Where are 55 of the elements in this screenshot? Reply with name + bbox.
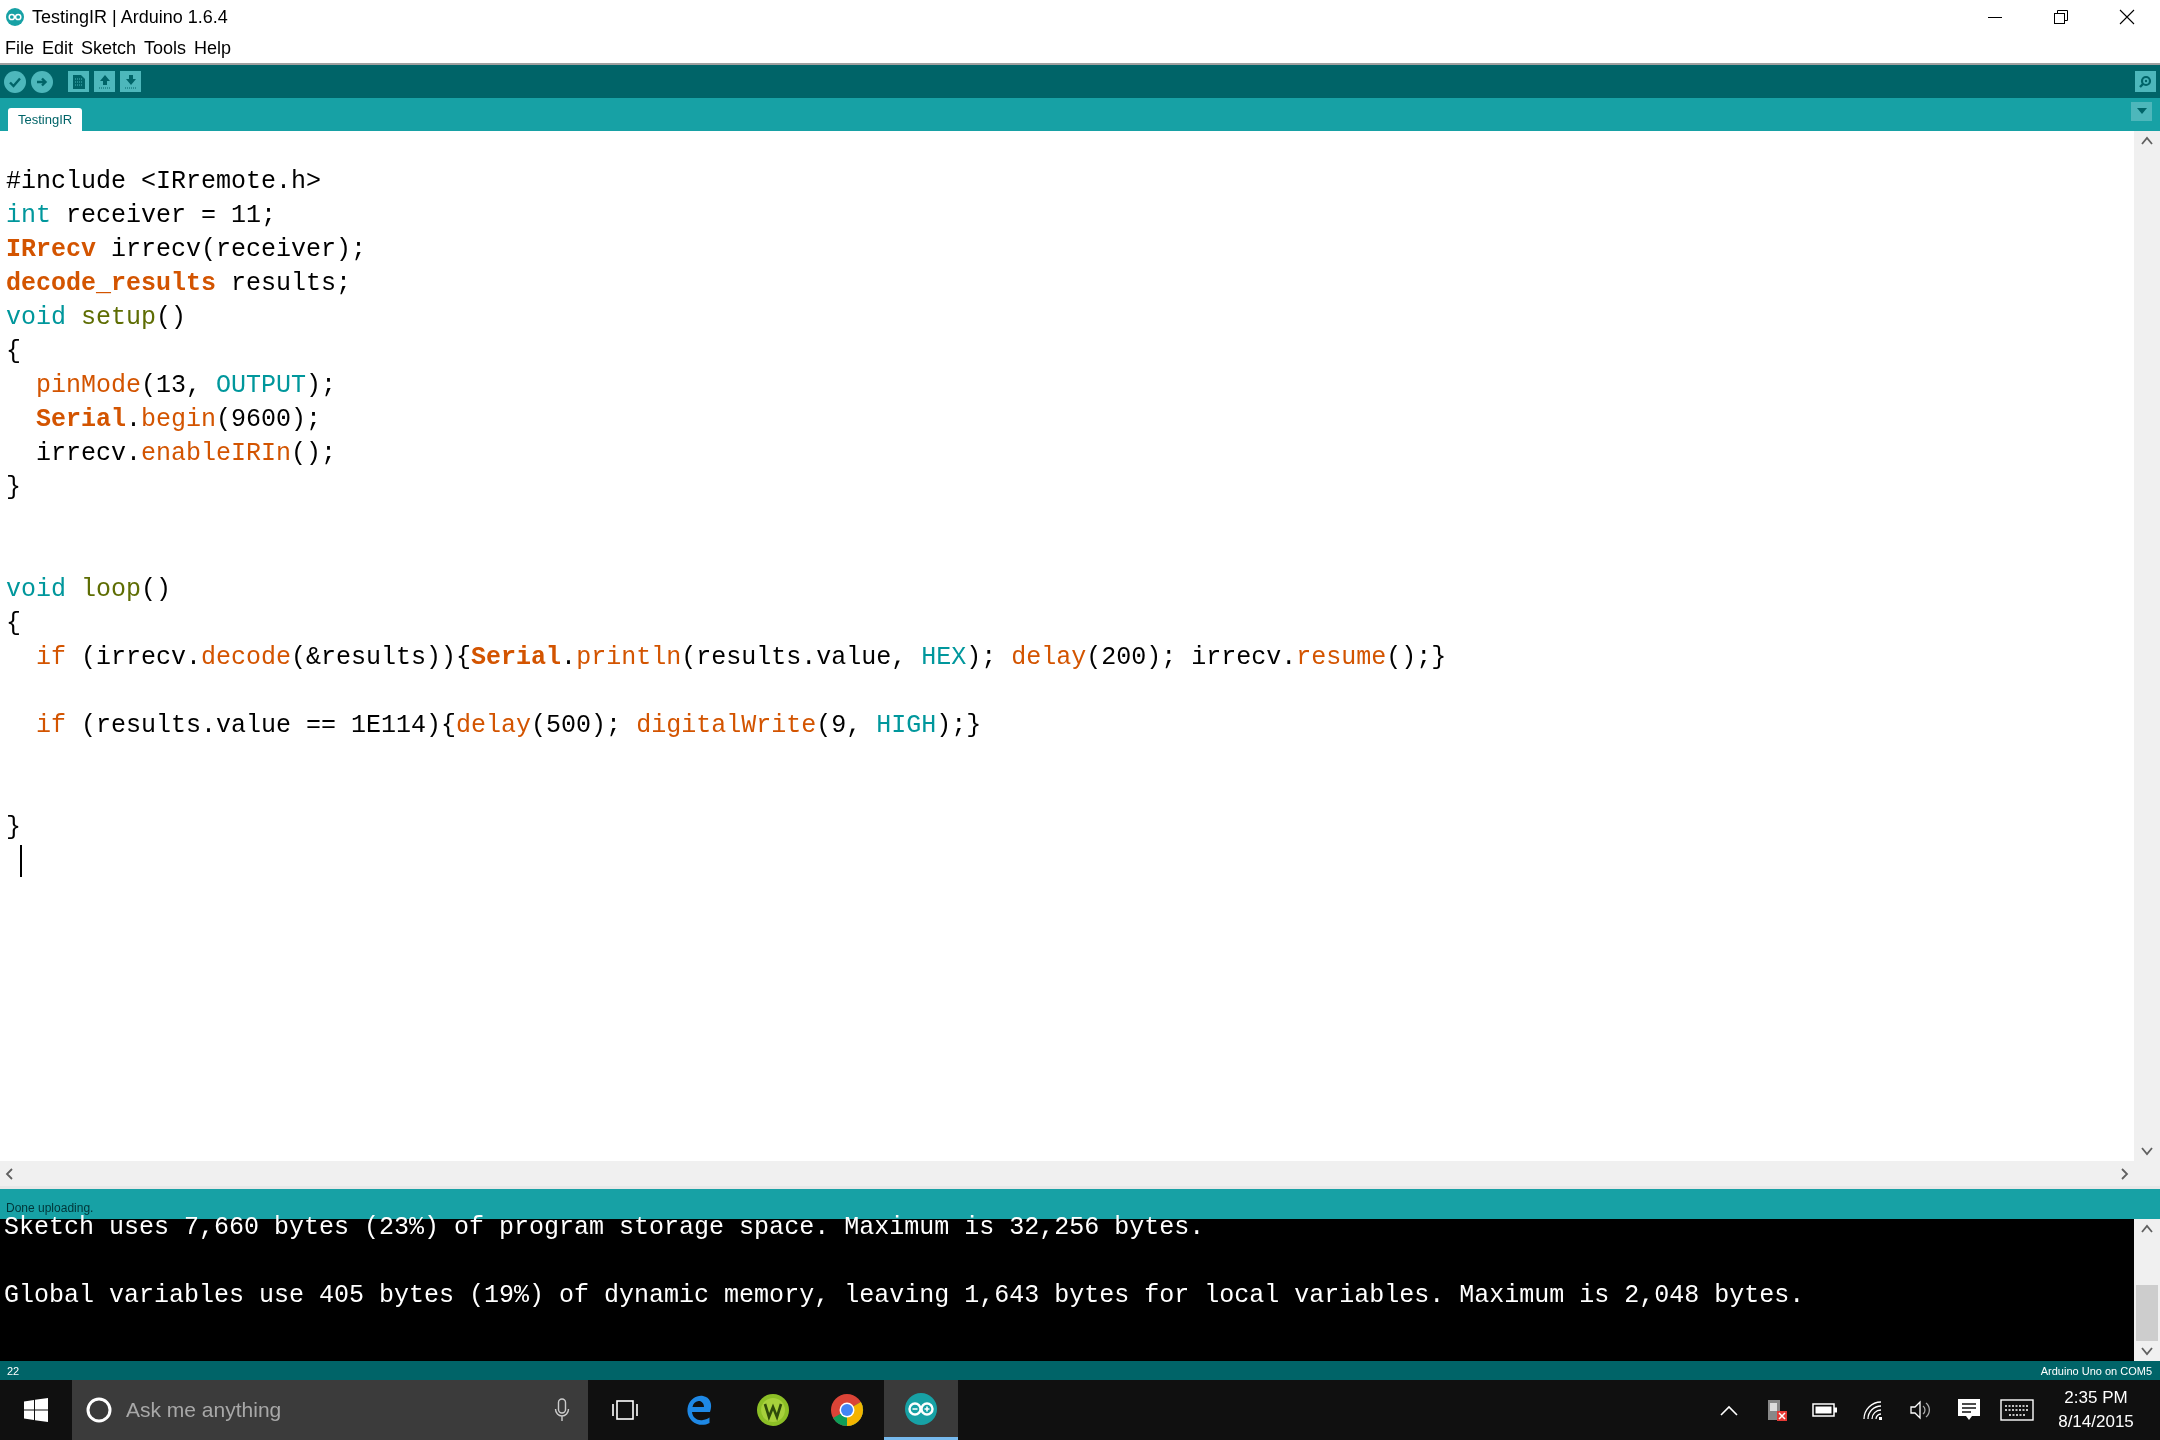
taskbar-app-button[interactable] bbox=[884, 1380, 958, 1440]
search-field[interactable]: Ask me anything bbox=[72, 1380, 588, 1440]
windows-logo-icon bbox=[24, 1398, 48, 1422]
menu-item[interactable]: Help bbox=[191, 38, 235, 59]
caret-icon bbox=[2136, 108, 2147, 114]
open-button[interactable] bbox=[94, 71, 115, 92]
verify-button[interactable] bbox=[4, 70, 26, 93]
menu-item[interactable]: Sketch bbox=[78, 38, 140, 59]
code-line: decode_results results; bbox=[6, 268, 353, 300]
arduino-logo-icon bbox=[6, 8, 24, 26]
upload-button[interactable] bbox=[31, 70, 53, 93]
code-line: Serial.begin(9600); bbox=[35, 404, 323, 436]
scrollbar-thumb[interactable] bbox=[2136, 1285, 2158, 1341]
save-button[interactable] bbox=[120, 71, 141, 92]
code-line: irrecv.enableIRIn(); bbox=[35, 438, 338, 470]
up-arrow-icon bbox=[97, 73, 112, 90]
arduino-logo-icon bbox=[903, 1391, 939, 1426]
window-title: TestingIR | Arduino 1.6.4 bbox=[32, 6, 229, 28]
down-arrow-icon bbox=[123, 73, 138, 90]
board-port-label: Arduino Uno on COM5 bbox=[2040, 1364, 2152, 1377]
code-line: if (irrecv.decode(&results)){Serial.println(results.value, HEX); delay(200); irrecv.resume();} bbox=[35, 642, 1448, 674]
tab-menu-button[interactable] bbox=[2131, 101, 2152, 121]
sketch-tab[interactable]: TestingIR bbox=[8, 108, 83, 131]
new-file-button[interactable] bbox=[68, 71, 89, 92]
menu-item[interactable]: Tools bbox=[141, 38, 190, 59]
code-line: #include <IRremote.h> bbox=[6, 166, 323, 198]
chrome-icon bbox=[830, 1393, 864, 1427]
code-line: void setup() bbox=[6, 302, 188, 334]
code-line: { bbox=[6, 336, 22, 368]
document-icon bbox=[71, 73, 86, 90]
task-view-icon bbox=[610, 1399, 640, 1421]
magnifier-icon bbox=[2137, 74, 2154, 89]
status-message: Done uploading. bbox=[6, 1201, 94, 1215]
code-line: IRrecv irrecv(receiver); bbox=[6, 234, 368, 266]
clock[interactable]: 2:35 PM 8/14/2015 bbox=[2041, 1386, 2151, 1434]
microphone-icon[interactable] bbox=[554, 1398, 570, 1422]
close-icon bbox=[2119, 9, 2135, 25]
line-number: 22 bbox=[7, 1364, 20, 1377]
code-line: { bbox=[6, 608, 22, 640]
code-line: int receiver = 11; bbox=[6, 200, 278, 232]
code-line: } bbox=[6, 472, 22, 504]
serial-monitor-button[interactable] bbox=[2135, 71, 2156, 92]
cortana-ring-icon bbox=[86, 1397, 112, 1423]
menu-item[interactable]: File bbox=[2, 38, 37, 59]
minimize-icon bbox=[1988, 16, 2002, 18]
menu-item[interactable]: Edit bbox=[39, 38, 77, 59]
code-line: } bbox=[6, 812, 22, 844]
console-line: Sketch uses 7,660 bytes (23%) of program storage space. Maximum is 32,256 bytes. bbox=[4, 1213, 1206, 1244]
restore-icon bbox=[2053, 9, 2069, 25]
w-circle-icon bbox=[756, 1393, 790, 1427]
text-cursor bbox=[20, 845, 22, 878]
code-line: if (results.value == 1E114){delay(500); digitalWrite(9, HIGH);} bbox=[35, 710, 983, 742]
console-line: Global variables use 405 bytes (19%) of dynamic memory, leaving 1,643 bytes for local variables. Maximum is 2,048 bytes. bbox=[4, 1280, 1806, 1312]
code-line: pinMode(13, OUTPUT); bbox=[35, 370, 338, 402]
code-line: void loop() bbox=[6, 574, 173, 606]
